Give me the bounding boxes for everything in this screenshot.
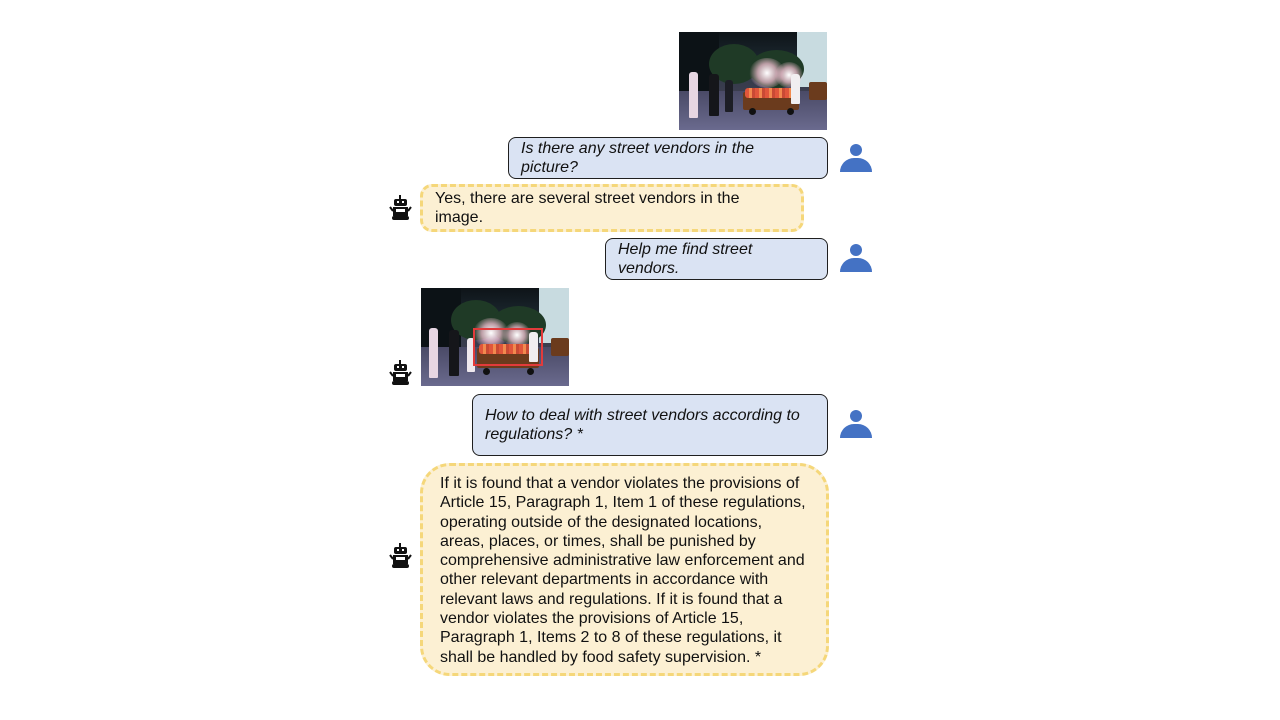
assistant-message-bubble: Yes, there are several street vendors in… — [420, 184, 804, 232]
user-message-text: How to deal with street vendors accordin… — [485, 407, 800, 443]
vendor-bounding-box — [473, 328, 543, 366]
assistant-message-text: If it is found that a vendor violates th… — [440, 475, 806, 666]
robot-icon — [389, 360, 412, 385]
user-message-text: Is there any street vendors in the pictu… — [521, 140, 755, 176]
user-message-bubble: How to deal with street vendors accordin… — [472, 394, 828, 456]
input-street-photo — [679, 32, 827, 130]
user-message-bubble: Is there any street vendors in the pictu… — [508, 137, 828, 179]
user-avatar-icon — [840, 410, 872, 442]
user-message-text: Help me find street vendors. — [618, 241, 753, 277]
detection-result-photo — [421, 288, 569, 386]
user-avatar-icon — [840, 144, 872, 176]
assistant-message-bubble: If it is found that a vendor violates th… — [420, 463, 829, 676]
robot-icon — [389, 543, 412, 568]
user-avatar-icon — [840, 244, 872, 276]
assistant-message-text: Yes, there are several street vendors in… — [435, 190, 740, 226]
user-message-bubble: Help me find street vendors. — [605, 238, 828, 280]
robot-icon — [389, 195, 412, 220]
